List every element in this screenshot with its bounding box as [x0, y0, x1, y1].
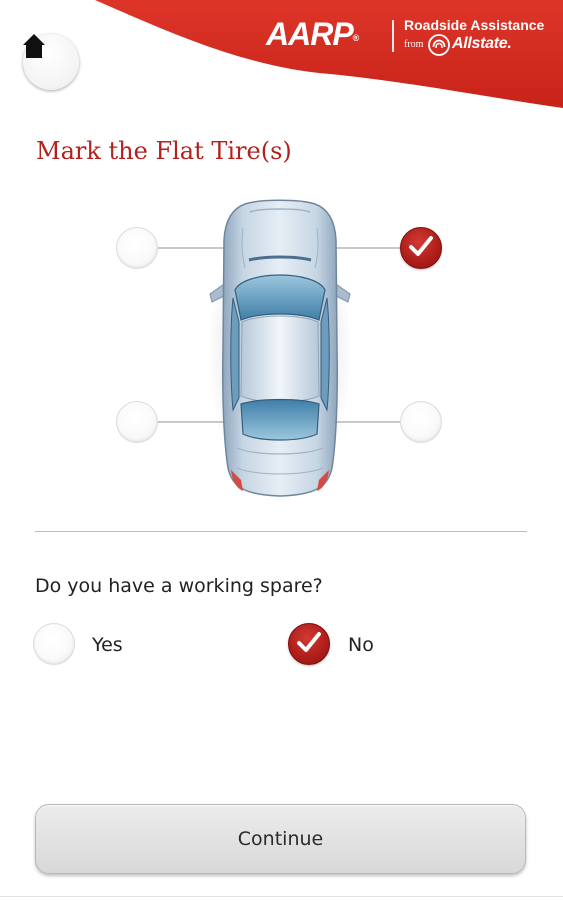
check-icon [297, 631, 321, 657]
home-button[interactable] [23, 34, 79, 90]
continue-button[interactable]: Continue [35, 804, 526, 874]
brand-divider [392, 20, 394, 52]
spare-no-radio[interactable] [288, 623, 330, 665]
tire-selector [0, 180, 563, 510]
car-top-view [208, 199, 352, 503]
from-text: from [404, 39, 424, 50]
spare-question: Do you have a working spare? [35, 575, 323, 597]
brand-logo: AARP® Roadside Assistance from Allstate. [258, 12, 558, 60]
check-icon [409, 235, 433, 261]
spare-yes-label[interactable]: Yes [92, 631, 123, 659]
spare-yes-radio[interactable] [33, 623, 75, 665]
brand-name: AARP [266, 16, 354, 52]
tire-rear-right-radio[interactable] [400, 401, 442, 443]
partner-name: Allstate [452, 35, 508, 52]
tire-front-right-radio[interactable] [400, 227, 442, 269]
tire-rear-left-radio[interactable] [116, 401, 158, 443]
service-name: Roadside Assistance [404, 17, 545, 33]
bottom-divider [0, 896, 563, 897]
spare-no-label[interactable]: No [348, 631, 374, 659]
registered-mark: ® [352, 33, 360, 43]
section-divider [35, 531, 527, 532]
app-header: AARP® Roadside Assistance from Allstate. [0, 0, 563, 120]
tire-front-left-radio[interactable] [116, 227, 158, 269]
page-title: Mark the Flat Tire(s) [36, 137, 292, 165]
partner-mark: . [507, 35, 512, 52]
